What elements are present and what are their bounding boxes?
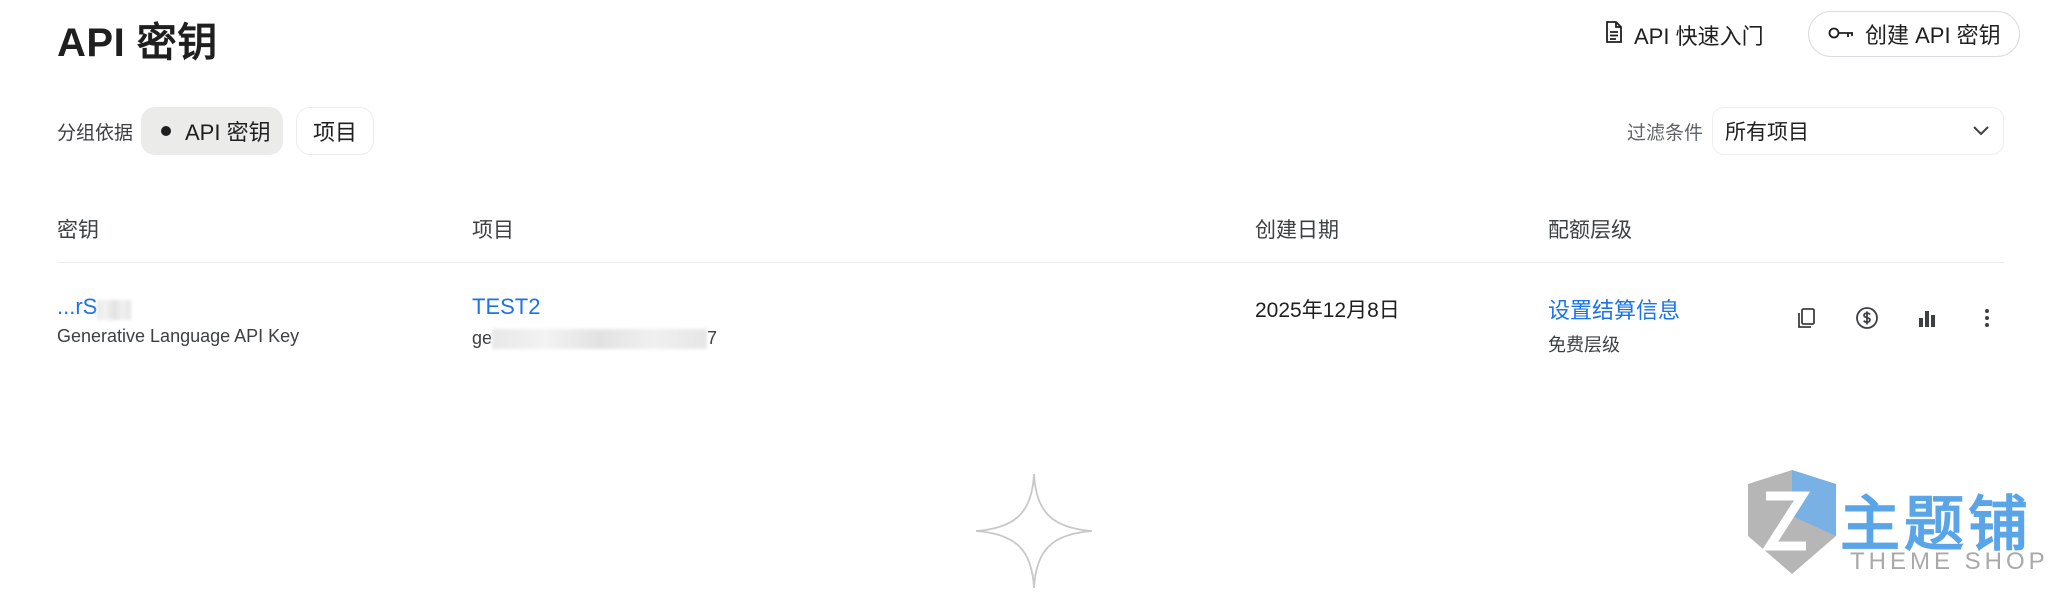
chip-label-project: 项目	[312, 120, 357, 145]
chip-label-api-key: API 密钥	[185, 120, 271, 145]
quota-cell: 设置结算信息 免费层级	[1548, 293, 1680, 357]
api-quickstart-label: API 快速入门	[1634, 24, 1764, 49]
column-header-quota: 配额层级	[1548, 219, 1632, 242]
selected-dot-icon	[161, 126, 171, 136]
copy-icon	[1796, 307, 1816, 334]
usage-chart-icon	[1917, 308, 1937, 333]
column-header-created: 创建日期	[1255, 219, 1339, 242]
column-header-key: 密钥	[57, 219, 99, 242]
document-icon	[1604, 20, 1624, 50]
billing-icon	[1855, 306, 1879, 335]
group-by-label: 分组依据	[57, 123, 134, 144]
column-header-project: 项目	[472, 219, 514, 242]
more-actions-button[interactable]	[1967, 300, 2007, 340]
filter-value: 所有项目	[1725, 121, 1809, 144]
billing-button[interactable]	[1847, 300, 1887, 340]
more-vert-icon	[1984, 308, 1990, 333]
watermark-subtext: THEME SHOP	[1850, 548, 2049, 575]
redacted-key	[97, 299, 132, 320]
create-api-key-button[interactable]: 创建 API 密钥	[1808, 11, 2020, 57]
api-key-name: Generative Language API Key	[57, 326, 300, 346]
group-by-project-chip[interactable]: 项目	[296, 107, 374, 155]
key-icon	[1827, 21, 1855, 47]
created-date: 2025年12月8日	[1255, 299, 1400, 322]
header-divider	[57, 262, 2004, 263]
table-row: ...rS Generative Language API Key	[57, 294, 299, 347]
project-link[interactable]: TEST2	[472, 294, 717, 320]
project-id-prefix: ge	[472, 328, 493, 348]
quota-tier: 免费层级	[1548, 335, 1620, 355]
api-key-link[interactable]: ...rS	[57, 294, 97, 319]
watermark-logo-icon	[1740, 466, 1844, 583]
filter-label: 过滤条件	[1627, 123, 1704, 144]
api-quickstart-link[interactable]: API 快速入门	[1598, 18, 1770, 52]
project-id-suffix: 7	[707, 328, 718, 348]
chevron-down-icon	[1971, 119, 1991, 143]
redacted-project-id	[492, 329, 708, 350]
project-filter-select[interactable]: 所有项目	[1712, 107, 2004, 155]
page-title: API 密钥	[57, 21, 218, 65]
create-api-key-label: 创建 API 密钥	[1865, 23, 2001, 48]
copy-key-button[interactable]	[1786, 300, 1826, 340]
project-cell: TEST2 ge 7	[472, 294, 718, 350]
usage-button[interactable]	[1907, 300, 1947, 340]
sparkle-icon	[974, 472, 1094, 595]
set-billing-link[interactable]: 设置结算信息	[1548, 293, 1680, 325]
group-by-api-key-chip[interactable]: API 密钥	[141, 107, 283, 155]
